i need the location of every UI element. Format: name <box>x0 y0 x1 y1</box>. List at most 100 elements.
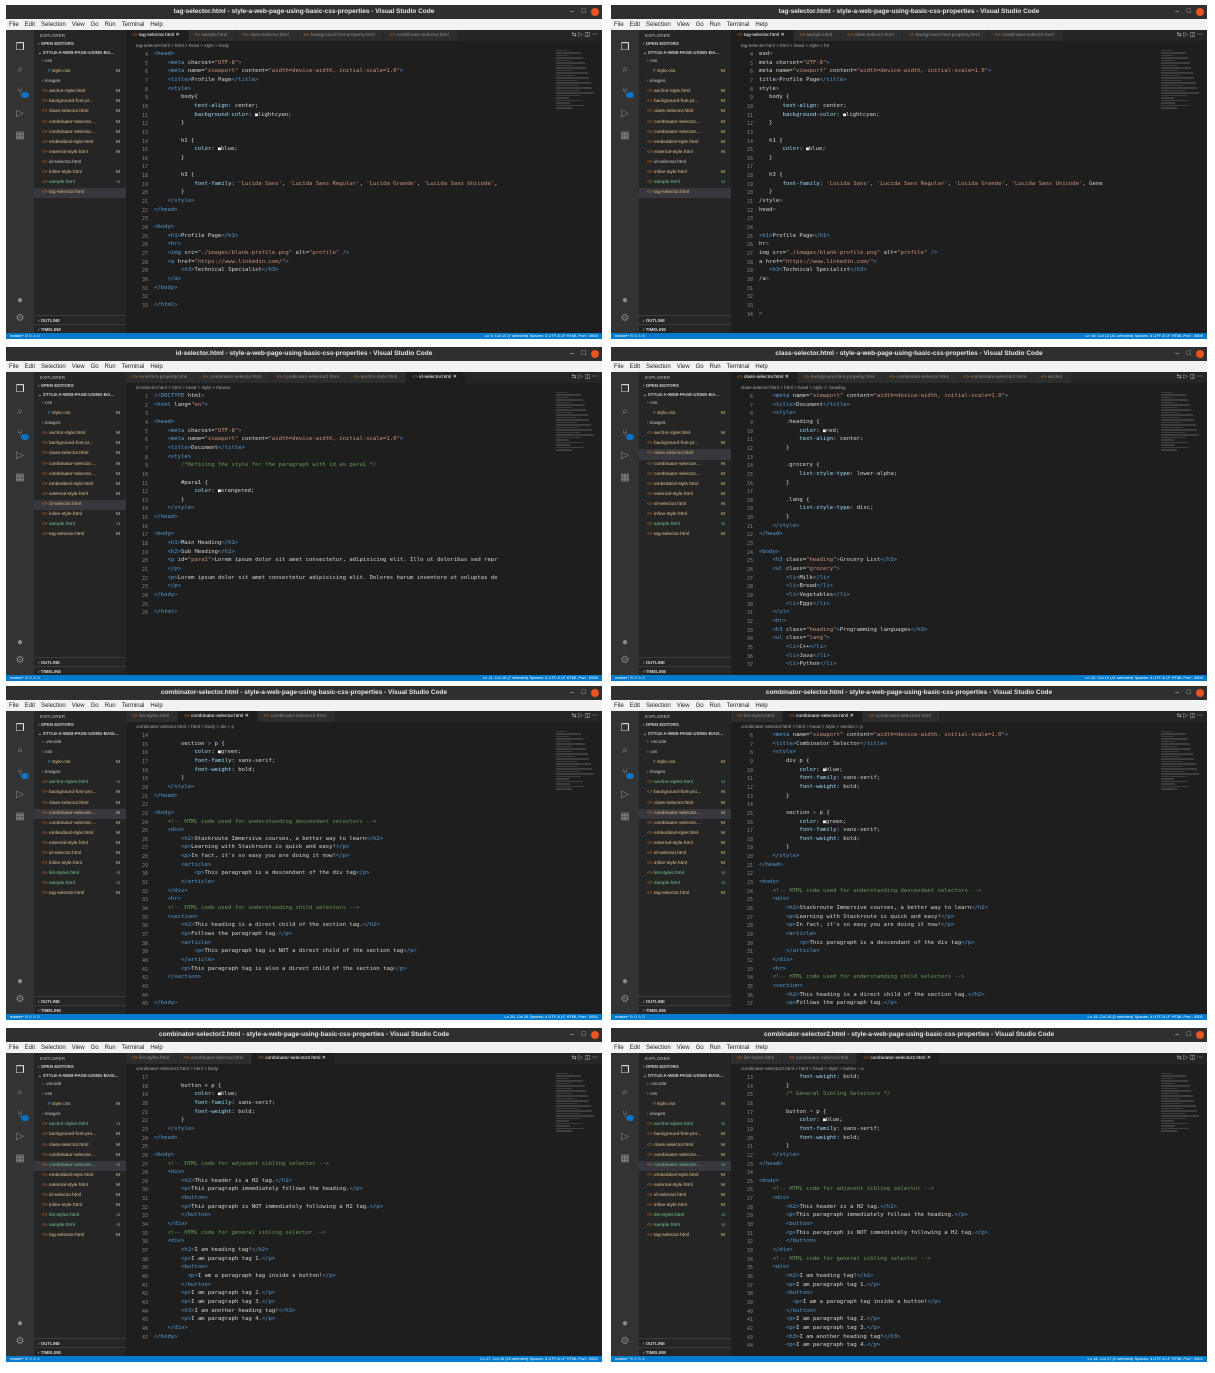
editor-tab[interactable]: <> combinator-selector.html <box>883 372 958 383</box>
outline-section[interactable]: › OUTLINE <box>34 657 126 666</box>
file-tree-item[interactable]: <> combinator-selector.... M <box>34 808 126 819</box>
editor-tab[interactable]: <> class-selector.html <box>236 30 298 41</box>
menu-selection[interactable]: Selection <box>41 364 66 370</box>
file-tree-item[interactable]: <> combinator-selector.... M <box>34 1151 126 1161</box>
extensions-icon[interactable]: ▦ <box>617 1151 633 1165</box>
file-tree-item[interactable]: <> inline-style.html M <box>639 1201 731 1211</box>
split-editor-icon[interactable]: ◫ <box>585 713 592 719</box>
file-tree-item[interactable]: <> combinator-selector.... M <box>639 128 731 138</box>
file-tree-item[interactable]: <> id-selector.html M <box>639 500 731 510</box>
file-tree-item[interactable]: <> anchor-style.html M <box>639 87 731 97</box>
file-tree-item[interactable]: <> combinator-selector.... M <box>34 460 126 470</box>
editor-tab[interactable]: <> background-font-property.html <box>297 30 384 41</box>
timeline-section[interactable]: › TIMELINE <box>639 324 731 333</box>
menu-run[interactable]: Run <box>105 703 116 709</box>
file-tree-item[interactable]: › css <box>639 748 731 758</box>
outline-section[interactable]: › OUTLINE <box>34 996 126 1005</box>
menu-file[interactable]: File <box>9 364 19 370</box>
menu-view[interactable]: View <box>677 1045 690 1051</box>
more-actions-icon[interactable]: ⋯ <box>592 713 598 719</box>
minimap[interactable] <box>556 50 594 110</box>
editor-tab[interactable]: <> combinator-selector2.html <box>957 372 1035 383</box>
editor-tab[interactable]: <> combinator-selector2.html ✕ <box>857 1053 940 1064</box>
file-tree-item[interactable]: <> inline-style.html M <box>34 859 126 869</box>
maximize-icon[interactable]: □ <box>1187 5 1191 19</box>
status-right[interactable]: Ln 12, Col 10 (41 selected) Spaces: 4 UT… <box>1085 675 1203 681</box>
file-tree-item[interactable]: <> embedded-style.html M <box>34 138 126 148</box>
settings-gear-icon[interactable]: ⚙ <box>12 311 28 325</box>
file-tree-item[interactable]: <> sample.html U <box>34 520 126 530</box>
editor-tab[interactable]: <> list-styles.html <box>731 1053 784 1064</box>
file-tree-item[interactable]: <> tag-selector.html <box>639 188 731 199</box>
menu-run[interactable]: Run <box>105 364 116 370</box>
run-debug-icon[interactable]: ▷ <box>12 787 28 801</box>
file-tree-item[interactable]: <> background-font-pr... M <box>34 439 126 449</box>
editor-tab[interactable]: <> rund-font-property.html <box>126 372 197 383</box>
menu-terminal[interactable]: Terminal <box>727 364 750 370</box>
minimap[interactable] <box>556 731 594 791</box>
file-tree-item[interactable]: › css <box>34 57 126 67</box>
menu-edit[interactable]: Edit <box>25 22 35 28</box>
file-tree-item[interactable]: <> combinator-selector.... U <box>639 1160 731 1171</box>
menu-run[interactable]: Run <box>105 1045 116 1051</box>
editor-tab[interactable]: <> tag-selector.html ✕ <box>126 30 189 41</box>
menu-file[interactable]: File <box>614 703 624 709</box>
code-editor[interactable]: 1 <!DOCTYPE html> 2 <html lang="en"> 3 4 <head… <box>126 392 602 675</box>
status-right[interactable]: Ln 18, Col 13 (41 selected) Spaces: 4 UT… <box>1085 333 1203 339</box>
file-tree-item[interactable]: <> combinator-selector.... M <box>639 819 731 829</box>
menu-go[interactable]: Go <box>696 1045 704 1051</box>
file-tree-item[interactable]: <> combinator-selector.... M <box>34 118 126 128</box>
editor-tab[interactable]: <> combinator-selector2.html ✕ <box>252 1053 335 1064</box>
search-icon[interactable]: ⌕ <box>617 62 633 76</box>
more-actions-icon[interactable]: ⋯ <box>592 374 598 380</box>
editor-tab[interactable]: <> background-font-property.html <box>797 372 884 383</box>
menu-selection[interactable]: Selection <box>41 22 66 28</box>
project-folder[interactable]: ⌄ STYLE-A-WEB-PAGE-USING-BA... <box>639 48 731 57</box>
open-editors-section[interactable]: › OPEN EDITORS <box>639 39 731 48</box>
file-tree-item[interactable]: <> external-style.html M <box>34 1181 126 1191</box>
extensions-icon[interactable]: ▦ <box>617 128 633 142</box>
file-tree-item[interactable]: <> id-selector.html <box>34 499 126 511</box>
editor-tab[interactable]: <> combinator-selector2.html <box>257 711 335 722</box>
extensions-icon[interactable]: ▦ <box>12 809 28 823</box>
menu-terminal[interactable]: Terminal <box>727 22 750 28</box>
file-tree-item[interactable]: <> sample.html U <box>34 1221 126 1231</box>
file-tree-item[interactable]: <> inline-style.html M <box>34 168 126 178</box>
file-tree-item[interactable]: <> inline-style.html M <box>34 1201 126 1211</box>
file-tree-item[interactable]: <> inline-style.html M <box>639 168 731 178</box>
file-tree-item[interactable]: <> external-style.html M <box>639 1181 731 1191</box>
menu-edit[interactable]: Edit <box>630 703 640 709</box>
status-left[interactable]: master* ⊙ 0 ⚠ 0 <box>10 1014 40 1020</box>
file-tree-item[interactable]: <> combinator-selector.... M <box>639 118 731 128</box>
file-tree-item[interactable]: <> background-font-pr... M <box>34 97 126 107</box>
file-tree-item[interactable]: <> combinator-selector.... M <box>34 128 126 138</box>
file-tree-item[interactable]: <> id-selector.html M <box>639 849 731 859</box>
outline-section[interactable]: › OUTLINE <box>639 315 731 324</box>
menu-help[interactable]: Help <box>755 703 767 709</box>
close-window-icon[interactable] <box>1196 1031 1204 1039</box>
search-icon[interactable]: ⌕ <box>617 1085 633 1099</box>
search-icon[interactable]: ⌕ <box>12 743 28 757</box>
file-tree-item[interactable]: › images <box>34 77 126 87</box>
file-tree-item[interactable]: <> external-style.html M <box>34 148 126 158</box>
timeline-section[interactable]: › TIMELINE <box>639 1347 731 1356</box>
editor-tab[interactable]: <> background-font-property.html <box>902 30 989 41</box>
file-tree-item[interactable]: <> background-font-pro... M <box>639 788 731 798</box>
timeline-section[interactable]: › TIMELINE <box>34 1347 126 1356</box>
file-tree-item[interactable]: <> embedded-style.html M <box>34 829 126 839</box>
menu-help[interactable]: Help <box>755 22 767 28</box>
file-tree-item[interactable]: <> class-selector.html <box>639 449 731 460</box>
editor-tab[interactable]: <> class-selector.html ✕ <box>731 372 798 383</box>
maximize-icon[interactable]: □ <box>1187 347 1191 361</box>
file-tree-item[interactable]: <> external-style.html M <box>639 839 731 849</box>
file-tree-item[interactable]: <> external-style.html M <box>34 490 126 500</box>
explorer-icon[interactable]: ❐ <box>617 1063 633 1077</box>
run-debug-icon[interactable]: ▷ <box>12 1129 28 1143</box>
file-tree-item[interactable]: <> anchor-styles.html U <box>34 778 126 788</box>
menu-go[interactable]: Go <box>696 364 704 370</box>
settings-gear-icon[interactable]: ⚙ <box>617 992 633 1006</box>
status-right[interactable]: Ln 27, Col 49 (15 selected) Spaces: 4 UT… <box>480 1356 598 1362</box>
file-tree-item[interactable]: <> anchor-styles.html U <box>639 1120 731 1130</box>
file-tree-item[interactable]: <> external-style.html M <box>34 839 126 849</box>
project-folder[interactable]: ⌄ STYLE-A-WEB-PAGE-USING-BASI... <box>34 729 126 738</box>
